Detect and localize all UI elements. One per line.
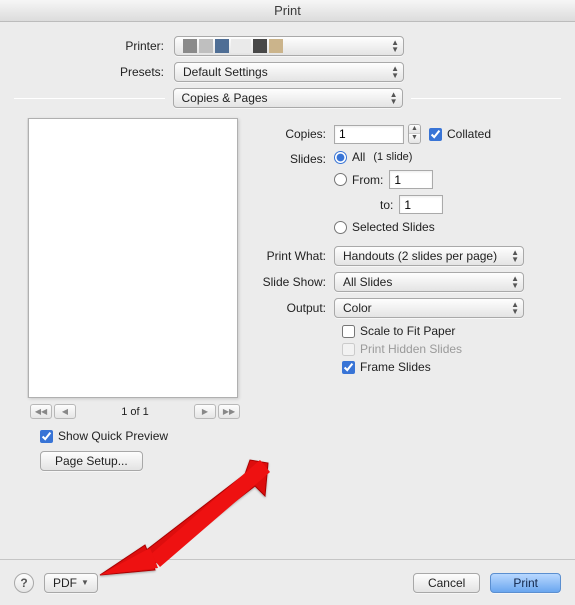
collated-checkbox[interactable]: Collated [429, 127, 491, 141]
section-select[interactable]: Copies & Pages ▲▼ [173, 88, 403, 108]
help-button[interactable]: ? [14, 573, 34, 593]
output-label: Output: [262, 301, 334, 315]
page-indicator: 1 of 1 [121, 406, 149, 418]
next-page-button[interactable]: ▶ [194, 404, 216, 419]
presets-select[interactable]: Default Settings ▲▼ [174, 62, 404, 82]
chevrons-icon: ▲▼ [391, 39, 399, 53]
copies-label: Copies: [262, 127, 334, 141]
printer-label: Printer: [14, 39, 174, 53]
stepper-up-icon: ▲ [409, 125, 420, 134]
pdf-menu-button[interactable]: PDF ▼ [44, 573, 98, 593]
chevrons-icon: ▲▼ [511, 301, 519, 315]
chevrons-icon: ▲▼ [511, 275, 519, 289]
slide-show-select[interactable]: All Slides ▲▼ [334, 272, 524, 292]
first-page-button[interactable]: ◀◀ [30, 404, 52, 419]
presets-value: Default Settings [183, 65, 268, 79]
printer-select[interactable]: ▲▼ [174, 36, 404, 56]
presets-label: Presets: [14, 65, 174, 79]
slides-count-note: (1 slide) [373, 151, 412, 163]
slides-all-radio[interactable]: All [334, 150, 365, 164]
print-what-select[interactable]: Handouts (2 slides per page) ▲▼ [334, 246, 524, 266]
slides-to-input[interactable] [399, 195, 443, 214]
window-title: Print [0, 0, 575, 22]
print-preview [28, 118, 238, 398]
help-icon: ? [20, 576, 27, 590]
chevrons-icon: ▲▼ [391, 65, 399, 79]
print-what-label: Print What: [262, 249, 334, 263]
slide-show-label: Slide Show: [262, 275, 334, 289]
slides-selected-radio[interactable]: Selected Slides [334, 220, 443, 234]
chevrons-icon: ▲▼ [511, 249, 519, 263]
show-quick-preview-input[interactable] [40, 430, 53, 443]
show-quick-preview-checkbox[interactable]: Show Quick Preview [40, 429, 168, 443]
slides-to-label: to: [380, 198, 393, 212]
page-setup-button[interactable]: Page Setup... [40, 451, 143, 471]
chevrons-icon: ▲▼ [390, 91, 398, 105]
collated-input[interactable] [429, 128, 442, 141]
frame-slides-checkbox[interactable]: Frame Slides [342, 360, 561, 374]
print-hidden-checkbox: Print Hidden Slides [342, 342, 561, 356]
copies-stepper[interactable]: ▲ ▼ [408, 124, 421, 144]
stepper-down-icon: ▼ [409, 134, 420, 143]
copies-input[interactable] [334, 125, 404, 144]
dropdown-icon: ▼ [81, 578, 89, 587]
slides-label: Slides: [262, 150, 334, 166]
print-button[interactable]: Print [490, 573, 561, 593]
prev-page-button[interactable]: ◀ [54, 404, 76, 419]
last-page-button[interactable]: ▶▶ [218, 404, 240, 419]
section-value: Copies & Pages [182, 91, 268, 105]
output-select[interactable]: Color ▲▼ [334, 298, 524, 318]
slides-from-input[interactable] [389, 170, 433, 189]
slides-from-radio[interactable]: From: [334, 173, 383, 187]
scale-to-fit-checkbox[interactable]: Scale to Fit Paper [342, 324, 561, 338]
cancel-button[interactable]: Cancel [413, 573, 480, 593]
